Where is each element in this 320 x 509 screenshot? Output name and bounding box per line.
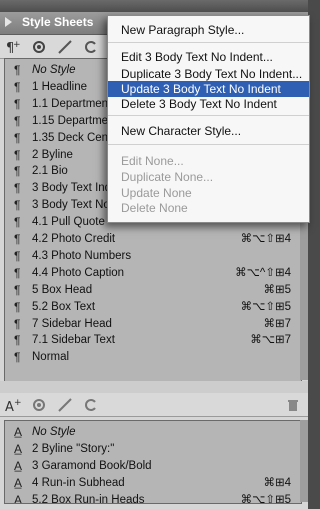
paragraph-style-label: 4.1 Pull Quote <box>32 216 105 229</box>
character-style-item[interactable]: A̲ 4 Run-in Subhead ⌘⊞4 <box>5 475 301 491</box>
paragraph-style-icon: ¶ <box>14 232 21 246</box>
paragraph-style-item[interactable]: ¶ 5.2 Box Text ⌘⌥⇧⊞5 <box>5 299 301 315</box>
duplicate-style-icon[interactable] <box>30 38 48 56</box>
character-style-label: 2 Byline "Story:" <box>32 442 115 455</box>
paragraph-style-item[interactable]: ¶ 7.1 Sidebar Text ⌘⌥⊞7 <box>5 332 301 348</box>
menu-item[interactable]: Delete 3 Body Text No Indent <box>108 96 309 112</box>
paragraph-style-icon: ¶ <box>14 265 21 280</box>
character-style-icon: A̲ <box>14 441 23 456</box>
trash-icon[interactable] <box>284 396 302 414</box>
paragraph-style-label: 5 Box Head <box>32 283 93 296</box>
keyboard-shortcut: ⌘⌥⇧⊞4 <box>240 233 291 245</box>
update-character-refresh-icon[interactable] <box>82 396 100 414</box>
paragraph-style-icon: ¶ <box>14 215 21 230</box>
paragraph-style-label: 7 Sidebar Head <box>32 317 112 330</box>
menu-separator <box>108 144 309 145</box>
paragraph-style-icon: ¶ <box>14 198 21 213</box>
duplicate-character-style-icon[interactable] <box>30 396 48 414</box>
paragraph-style-item[interactable]: ¶ 7 Sidebar Head ⌘⊞7 <box>5 316 301 332</box>
keyboard-shortcut: ⌘⌥⇧⊞5 <box>240 300 291 313</box>
paragraph-style-label: 4.4 Photo Caption <box>32 266 125 279</box>
paragraph-style-icon: ¶ <box>14 130 21 145</box>
svg-text:A: A <box>5 400 14 414</box>
keyboard-shortcut: ⌘⌥⇧⊞5 <box>240 493 291 504</box>
paragraph-style-icon: ¶ <box>14 113 21 128</box>
character-style-icon: A̲ <box>14 475 23 490</box>
paragraph-style-icon: ¶ <box>14 350 21 365</box>
menu-item: Edit None... <box>121 154 184 168</box>
paragraph-style-label: No Style <box>32 64 76 76</box>
character-style-label: 4 Run-in Subhead <box>32 476 125 489</box>
menu-item[interactable]: New Paragraph Style... <box>108 22 309 38</box>
character-style-icon: A̲ <box>14 425 23 439</box>
character-list-scrollbar[interactable] <box>300 420 308 502</box>
new-character-style-icon[interactable]: A + <box>4 396 22 414</box>
paragraph-style-item[interactable]: ¶ 4.3 Photo Numbers <box>5 248 301 264</box>
menu-item[interactable]: Duplicate 3 Body Text No Indent... <box>108 66 309 82</box>
character-style-item[interactable]: A̲ 2 Byline "Story:" <box>5 441 301 457</box>
paragraph-style-icon: ¶ <box>14 299 21 314</box>
character-style-item[interactable]: A̲ 3 Garamond Book/Bold <box>5 458 301 474</box>
paragraph-style-item[interactable]: ¶ 5 Box Head ⌘⊞5 <box>5 282 301 298</box>
character-style-label: 5.2 Box Run-in Heads <box>32 493 145 504</box>
paragraph-style-icon: ¶ <box>14 316 21 331</box>
svg-text:+: + <box>14 398 22 408</box>
edit-character-pencil-icon[interactable] <box>56 396 74 414</box>
keyboard-shortcut: ⌘⌥^⇧⊞4 <box>235 266 291 279</box>
style-sheets-context-menu: New Paragraph Style... Edit 3 Body Text N… <box>107 15 310 223</box>
character-styles-list[interactable]: A̲ No Style A̲ 2 Byline "Story:" A̲ 3 Garamon… <box>4 420 302 504</box>
keyboard-shortcut: ⌘⊞4 <box>263 476 291 489</box>
paragraph-style-label: 2.1 Bio <box>32 165 68 178</box>
paragraph-style-label: 1.1 Department <box>32 97 112 110</box>
disclosure-triangle-icon[interactable] <box>5 17 12 27</box>
paragraph-style-icon: ¶ <box>14 79 21 94</box>
character-styles-toolbar: A + <box>0 393 308 417</box>
paragraph-style-item[interactable]: ¶ Normal <box>5 349 301 365</box>
paragraph-style-icon: ¶ <box>14 147 21 162</box>
edit-pencil-icon[interactable] <box>56 38 74 56</box>
keyboard-shortcut: ⌘⌥⊞7 <box>250 334 291 347</box>
menu-item[interactable]: New Character Style... <box>108 123 309 139</box>
paragraph-style-item[interactable]: ¶ 4.4 Photo Caption ⌘⌥^⇧⊞4 <box>5 265 301 281</box>
style-sheets-palette: Style Sheets ¶ + ¶ No Style ¶ 1 Headline ¶ 1.… <box>0 0 310 509</box>
paragraph-style-label: 2 Byline <box>32 148 73 161</box>
menu-item: Delete None <box>121 201 188 215</box>
paragraph-style-label: 5.2 Box Text <box>32 300 96 313</box>
update-refresh-icon[interactable] <box>82 38 100 56</box>
keyboard-shortcut: ⌘⊞5 <box>263 283 291 296</box>
paragraph-style-label: Normal <box>32 351 70 364</box>
character-style-label: No Style <box>32 426 76 438</box>
svg-text:+: + <box>13 40 21 50</box>
paragraph-style-item[interactable]: ¶ 4.2 Photo Credit ⌘⌥⇧⊞4 <box>5 231 301 247</box>
menu-item: Duplicate None... <box>121 170 214 184</box>
character-style-icon: A̲ <box>14 458 23 473</box>
paragraph-style-label: 1.15 Department <box>32 114 118 127</box>
keyboard-shortcut: ⌘⊞7 <box>263 317 291 330</box>
character-style-item[interactable]: A̲ 5.2 Box Run-in Heads ⌘⌥⇧⊞5 <box>5 492 301 504</box>
menu-item[interactable]: Edit 3 Body Text No Indent... <box>108 49 309 65</box>
menu-separator <box>108 115 309 116</box>
paragraph-style-icon: ¶ <box>14 333 21 348</box>
paragraph-style-icon: ¶ <box>14 282 21 297</box>
paragraph-style-icon: ¶ <box>14 248 21 263</box>
character-style-item[interactable]: A̲ No Style <box>5 424 301 440</box>
paragraph-style-icon: ¶ <box>14 63 21 77</box>
menu-item: Update None <box>121 186 192 200</box>
paragraph-style-label: 4.3 Photo Numbers <box>32 249 132 262</box>
character-style-icon: A̲ <box>14 492 23 504</box>
paragraph-style-label: 1 Headline <box>32 80 87 93</box>
menu-item[interactable]: Update 3 Body Text No Indent <box>108 81 309 97</box>
menu-separator <box>108 42 309 43</box>
palette-divider <box>0 381 308 393</box>
character-style-label: 3 Garamond Book/Bold <box>32 459 152 472</box>
paragraph-style-icon: ¶ <box>14 96 21 111</box>
palette-title: Style Sheets <box>22 15 94 29</box>
new-paragraph-style-icon[interactable]: ¶ + <box>4 38 22 56</box>
paragraph-style-label: 4.2 Photo Credit <box>32 233 116 245</box>
paragraph-style-label: 7.1 Sidebar Text <box>32 334 115 347</box>
paragraph-style-icon: ¶ <box>14 181 21 196</box>
paragraph-style-icon: ¶ <box>14 164 21 179</box>
